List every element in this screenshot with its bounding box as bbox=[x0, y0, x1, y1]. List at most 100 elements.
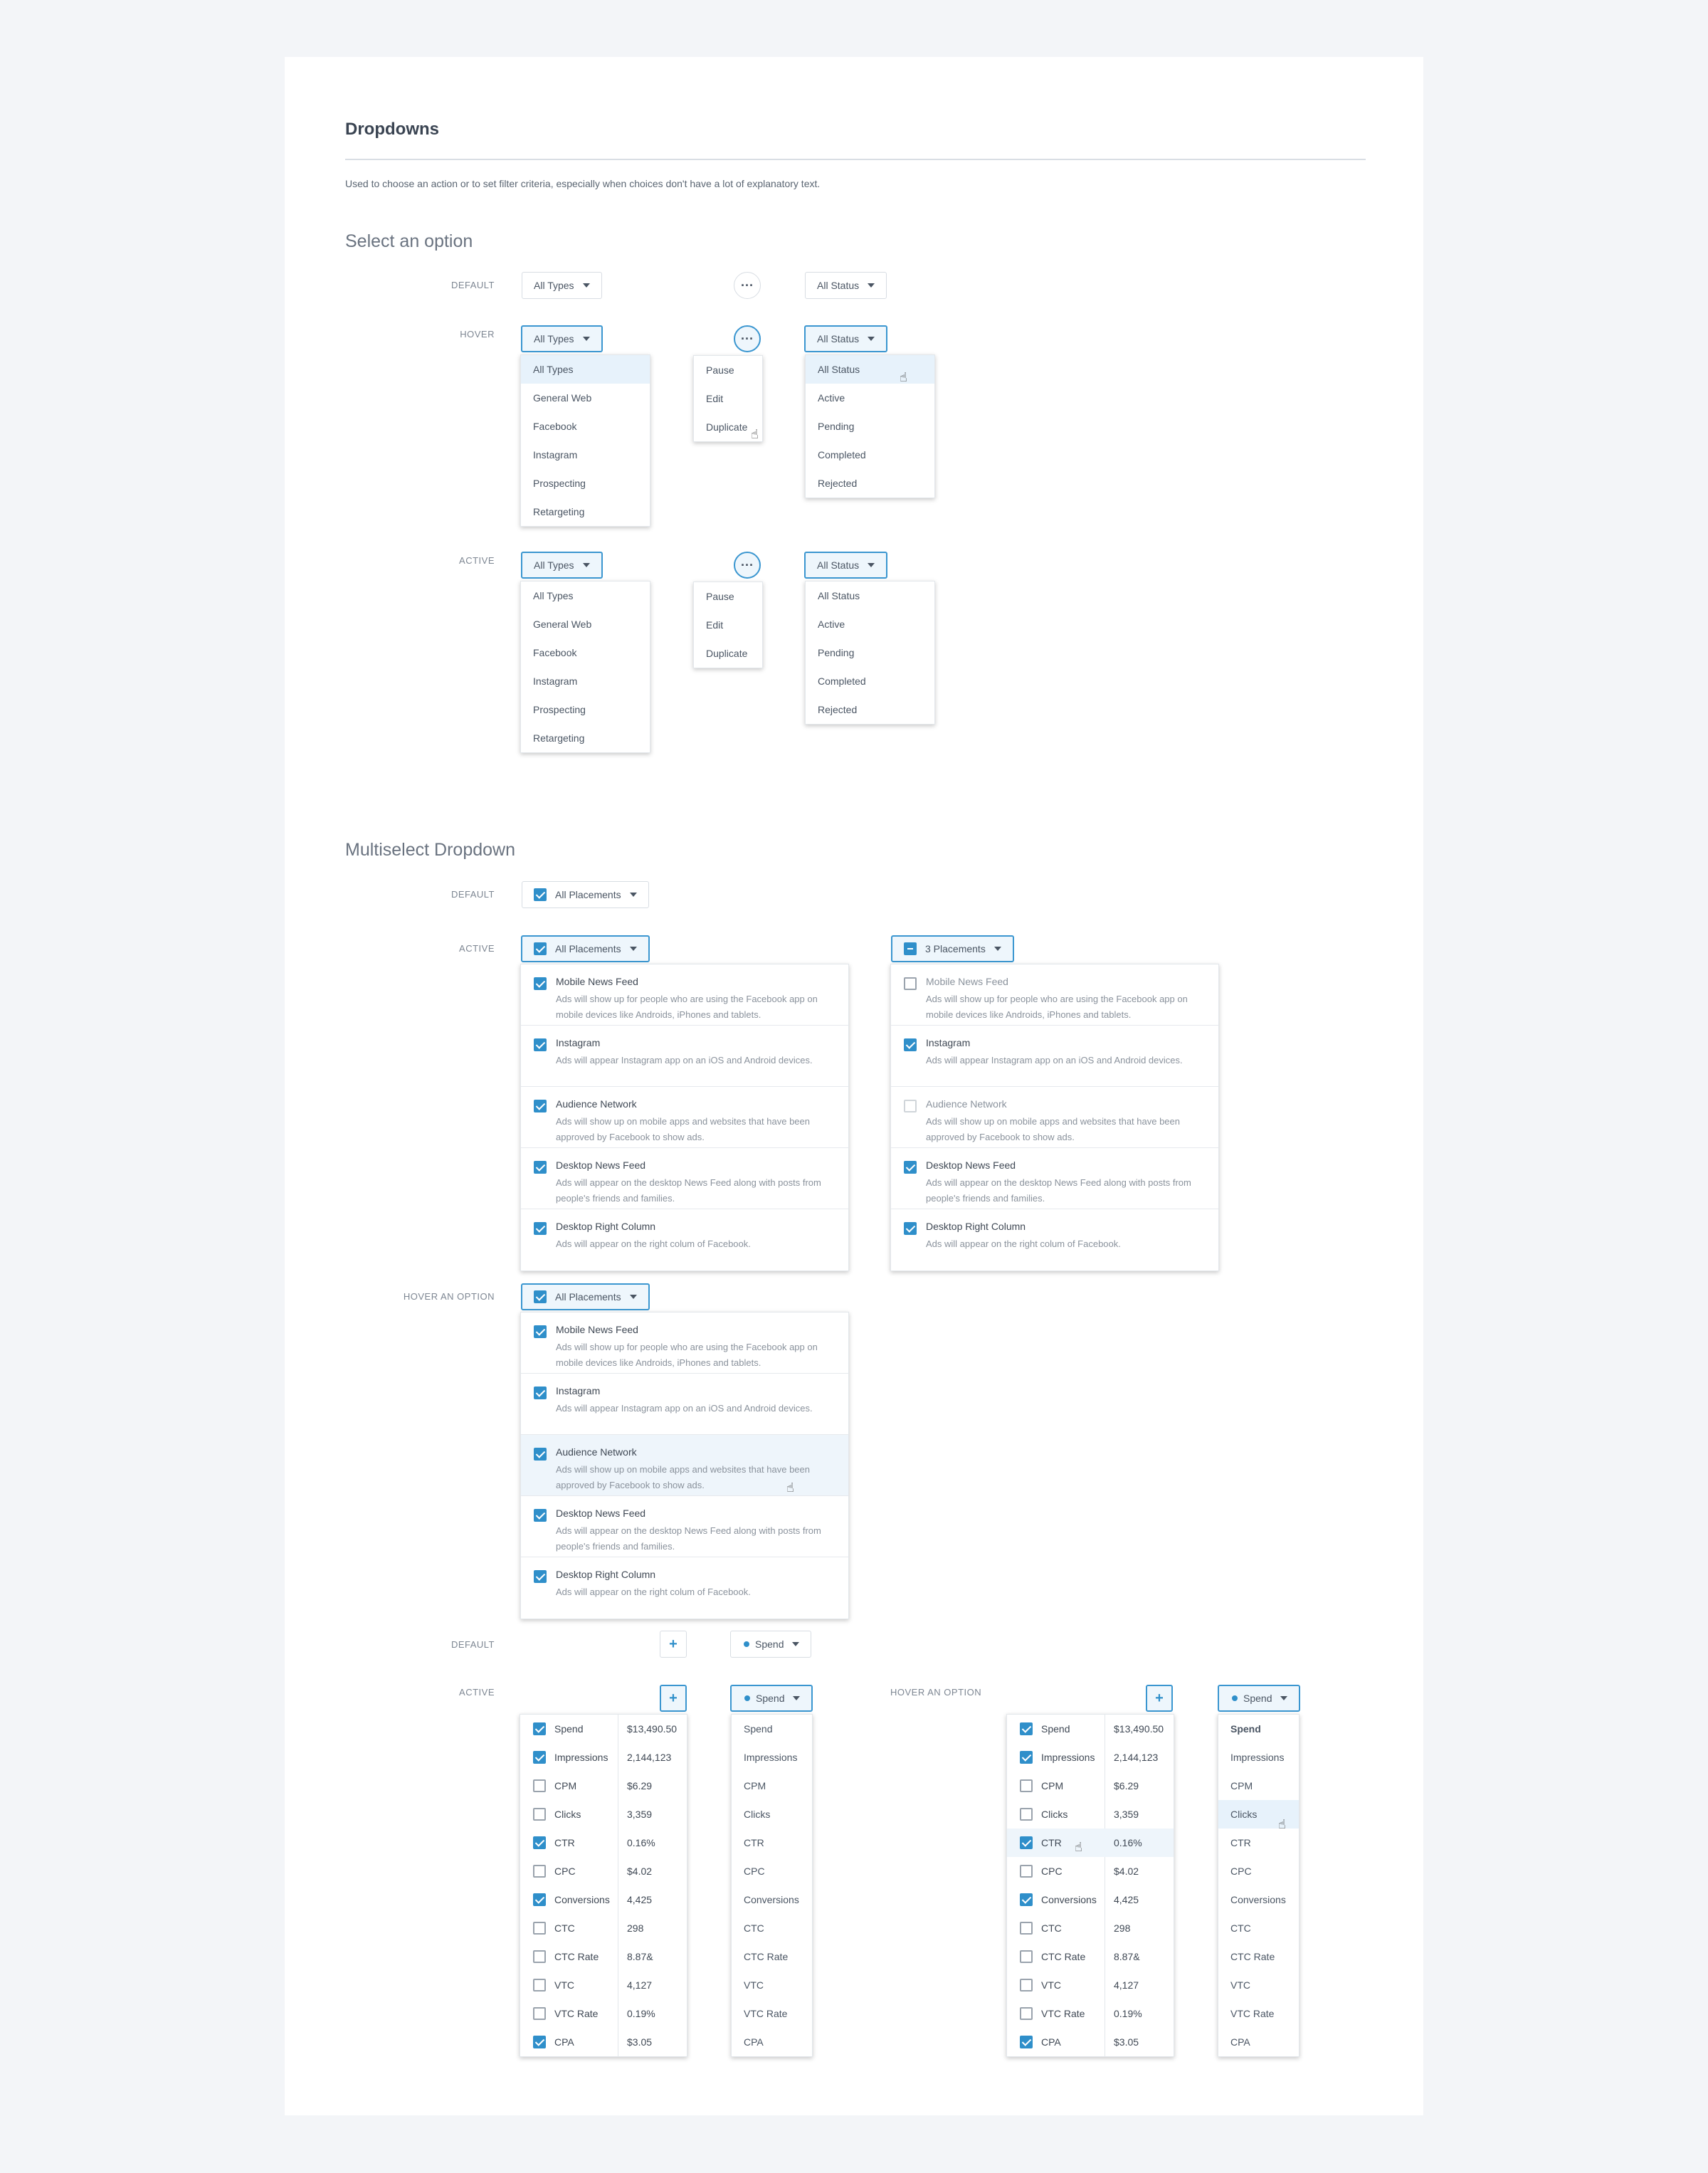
metric-item-ctc-rate[interactable]: CTC Rate bbox=[732, 1942, 812, 1971]
metric-item-cpa[interactable]: CPA bbox=[1218, 2028, 1299, 2056]
checkbox-checked-icon[interactable] bbox=[534, 1038, 547, 1051]
metric-item-spend[interactable]: Spend bbox=[732, 1715, 812, 1743]
types-option-retargeting[interactable]: Retargeting bbox=[521, 498, 650, 526]
checkbox-checked-icon[interactable] bbox=[1020, 1893, 1033, 1906]
placements-dropdown-active[interactable]: All Placements bbox=[521, 935, 650, 962]
metric-option-cpc[interactable]: CPC $4.02 bbox=[1007, 1857, 1174, 1885]
types-option-all-types[interactable]: All Types bbox=[521, 355, 650, 384]
placement-option-instagram[interactable]: Instagram Ads will appear Instagram app o… bbox=[521, 1026, 848, 1087]
metric-item-impressions[interactable]: Impressions bbox=[732, 1743, 812, 1772]
placement-option-instagram[interactable]: Instagram Ads will appear Instagram app o… bbox=[521, 1374, 848, 1435]
placement-option-desktop-right-column[interactable]: Desktop Right Column Ads will appear on t… bbox=[521, 1557, 848, 1619]
placement-option-desktop-news-feed[interactable]: Desktop News Feed Ads will appear on the … bbox=[521, 1496, 848, 1557]
types-option-retargeting[interactable]: Retargeting bbox=[521, 724, 650, 752]
spend-dropdown-default[interactable]: Spend bbox=[730, 1631, 812, 1658]
metric-option-vtc[interactable]: VTC 4,127 bbox=[520, 1971, 687, 1999]
metric-option-ctc[interactable]: CTC 298 bbox=[1007, 1914, 1174, 1942]
metric-item-impressions[interactable]: Impressions bbox=[1218, 1743, 1299, 1772]
status-option-pending[interactable]: Pending bbox=[806, 638, 934, 667]
placement-option-instagram[interactable]: Instagram Ads will appear Instagram app o… bbox=[891, 1026, 1218, 1087]
metric-item-cpc[interactable]: CPC bbox=[732, 1857, 812, 1885]
metric-option-ctc-rate[interactable]: CTC Rate 8.87& bbox=[1007, 1942, 1174, 1971]
placements-dropdown-default[interactable]: All Placements bbox=[522, 881, 649, 908]
checkbox-unchecked-icon[interactable] bbox=[1020, 1979, 1033, 1992]
types-option-general-web[interactable]: General Web bbox=[521, 610, 650, 638]
status-option-completed[interactable]: Completed bbox=[806, 667, 934, 695]
action-option-duplicate[interactable]: Duplicate bbox=[694, 639, 762, 668]
checkbox-checked-icon[interactable] bbox=[1020, 1836, 1033, 1849]
status-option-rejected[interactable]: Rejected bbox=[806, 695, 934, 724]
checkbox-unchecked-icon[interactable] bbox=[904, 977, 917, 990]
checkbox-checked-icon[interactable] bbox=[1020, 2036, 1033, 2048]
status-option-all-status[interactable]: All Status bbox=[806, 355, 934, 384]
checkbox-checked-icon[interactable] bbox=[1020, 1751, 1033, 1764]
types-dropdown-default[interactable]: All Types bbox=[522, 272, 602, 299]
checkbox-unchecked-icon[interactable] bbox=[533, 1979, 546, 1992]
checkbox-checked-icon[interactable] bbox=[904, 1038, 917, 1051]
metric-option-vtc-rate[interactable]: VTC Rate 0.19% bbox=[520, 1999, 687, 2028]
metric-item-cpa[interactable]: CPA bbox=[732, 2028, 812, 2056]
placement-option-audience-network[interactable]: Audience Network Ads will show up on mobi… bbox=[891, 1087, 1218, 1148]
checkbox-unchecked-icon[interactable] bbox=[1020, 1808, 1033, 1821]
metric-option-conversions[interactable]: Conversions 4,425 bbox=[1007, 1885, 1174, 1914]
checkbox-unchecked-icon[interactable] bbox=[533, 1779, 546, 1792]
metric-option-vtc[interactable]: VTC 4,127 bbox=[1007, 1971, 1174, 1999]
types-dropdown-active[interactable]: All Types bbox=[521, 552, 603, 579]
action-option-edit[interactable]: Edit bbox=[694, 611, 762, 639]
status-option-all-status[interactable]: All Status bbox=[806, 582, 934, 610]
metric-option-cpm[interactable]: CPM $6.29 bbox=[520, 1772, 687, 1800]
more-actions-button-hover[interactable]: ··· bbox=[734, 325, 761, 352]
metric-item-clicks[interactable]: Clicks bbox=[1218, 1800, 1299, 1829]
checkbox-checked-icon[interactable] bbox=[533, 1722, 546, 1735]
checkbox-checked-icon[interactable] bbox=[534, 1570, 547, 1583]
metric-option-impressions[interactable]: Impressions 2,144,123 bbox=[1007, 1743, 1174, 1772]
metric-item-ctc-rate[interactable]: CTC Rate bbox=[1218, 1942, 1299, 1971]
placement-option-audience-network[interactable]: Audience Network Ads will show up on mobi… bbox=[521, 1087, 848, 1148]
checkbox-unchecked-icon[interactable] bbox=[533, 1922, 546, 1935]
spend-dropdown-active[interactable]: Spend bbox=[730, 1685, 813, 1712]
add-metric-button-active[interactable]: + bbox=[660, 1685, 687, 1712]
placements-dropdown-hover[interactable]: All Placements bbox=[521, 1283, 650, 1310]
types-option-facebook[interactable]: Facebook bbox=[521, 412, 650, 441]
checkbox-checked-icon[interactable] bbox=[534, 1222, 547, 1235]
placement-option-audience-network[interactable]: Audience Network Ads will show up on mobi… bbox=[521, 1435, 848, 1496]
metric-item-cpc[interactable]: CPC bbox=[1218, 1857, 1299, 1885]
types-dropdown-hover[interactable]: All Types bbox=[521, 325, 603, 352]
metric-item-conversions[interactable]: Conversions bbox=[1218, 1885, 1299, 1914]
checkbox-unchecked-icon[interactable] bbox=[533, 1950, 546, 1963]
more-actions-button-active[interactable]: ··· bbox=[734, 552, 761, 579]
placement-option-desktop-right-column[interactable]: Desktop Right Column Ads will appear on t… bbox=[891, 1209, 1218, 1270]
add-metric-button-hover[interactable]: + bbox=[1146, 1685, 1173, 1712]
placement-option-desktop-right-column[interactable]: Desktop Right Column Ads will appear on t… bbox=[521, 1209, 848, 1270]
checkbox-unchecked-icon[interactable] bbox=[1020, 1779, 1033, 1792]
placement-option-mobile-news-feed[interactable]: Mobile News Feed Ads will show up for peo… bbox=[521, 1312, 848, 1374]
checkbox-checked-icon[interactable] bbox=[534, 1509, 547, 1522]
checkbox-unchecked-icon[interactable] bbox=[904, 1100, 917, 1112]
metric-option-clicks[interactable]: Clicks 3,359 bbox=[520, 1800, 687, 1829]
metric-option-ctr[interactable]: CTR 0.16% bbox=[520, 1829, 687, 1857]
action-option-pause[interactable]: Pause bbox=[694, 582, 762, 611]
metric-option-cpa[interactable]: CPA $3.05 bbox=[1007, 2028, 1174, 2056]
types-option-instagram[interactable]: Instagram bbox=[521, 441, 650, 469]
metric-item-cpm[interactable]: CPM bbox=[732, 1772, 812, 1800]
metric-option-spend[interactable]: Spend $13,490.50 bbox=[520, 1715, 687, 1743]
metric-option-vtc-rate[interactable]: VTC Rate 0.19% bbox=[1007, 1999, 1174, 2028]
placement-option-mobile-news-feed[interactable]: Mobile News Feed Ads will show up for peo… bbox=[891, 964, 1218, 1026]
metric-option-impressions[interactable]: Impressions 2,144,123 bbox=[520, 1743, 687, 1772]
spend-dropdown-hover[interactable]: Spend bbox=[1218, 1685, 1301, 1712]
types-option-facebook[interactable]: Facebook bbox=[521, 638, 650, 667]
status-option-completed[interactable]: Completed bbox=[806, 441, 934, 469]
status-option-active[interactable]: Active bbox=[806, 384, 934, 412]
types-option-prospecting[interactable]: Prospecting bbox=[521, 469, 650, 498]
status-dropdown-default[interactable]: All Status bbox=[805, 272, 887, 299]
checkbox-checked-icon[interactable] bbox=[534, 977, 547, 990]
metric-item-clicks[interactable]: Clicks bbox=[732, 1800, 812, 1829]
metric-item-cpm[interactable]: CPM bbox=[1218, 1772, 1299, 1800]
metric-option-cpa[interactable]: CPA $3.05 bbox=[520, 2028, 687, 2056]
metric-item-vtc[interactable]: VTC bbox=[1218, 1971, 1299, 1999]
checkbox-unchecked-icon[interactable] bbox=[533, 2007, 546, 2020]
types-option-prospecting[interactable]: Prospecting bbox=[521, 695, 650, 724]
checkbox-checked-icon[interactable] bbox=[533, 2036, 546, 2048]
placement-option-desktop-news-feed[interactable]: Desktop News Feed Ads will appear on the … bbox=[891, 1148, 1218, 1209]
metric-option-cpm[interactable]: CPM $6.29 bbox=[1007, 1772, 1174, 1800]
